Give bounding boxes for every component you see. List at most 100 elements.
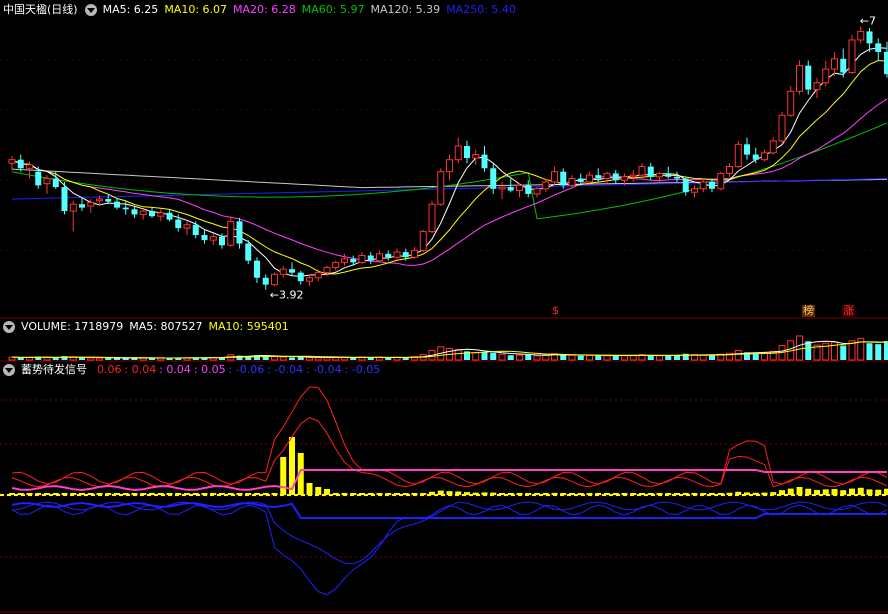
volume-bar xyxy=(79,357,85,360)
signal-blue-line xyxy=(11,501,888,565)
candle-body xyxy=(332,261,340,268)
candle-body xyxy=(717,172,725,190)
candle-body xyxy=(219,236,225,246)
dropdown-icon[interactable] xyxy=(3,321,15,333)
volume-bar xyxy=(629,355,637,361)
candle-body xyxy=(734,143,742,168)
candle-body xyxy=(560,171,567,186)
signal-bar xyxy=(306,483,313,495)
chart-canvas: ←3.92 ←7 xyxy=(0,14,888,613)
dropdown-icon[interactable] xyxy=(3,364,15,376)
candle-body xyxy=(665,173,672,177)
volume-bar xyxy=(568,354,576,361)
candle-body xyxy=(866,31,873,44)
candle-body xyxy=(254,260,260,278)
ma-label-0: MA5: 6.25 xyxy=(102,3,159,16)
volume-bar xyxy=(454,348,462,361)
signal-title[interactable]: 蓄势待发信号 xyxy=(21,362,87,378)
volume-bar xyxy=(279,356,287,361)
volume-bar xyxy=(306,356,313,361)
candle-body xyxy=(726,166,733,174)
candle-body xyxy=(271,273,278,286)
candle-body xyxy=(105,199,112,202)
candle-body xyxy=(542,181,550,190)
dropdown-icon[interactable] xyxy=(84,4,97,16)
candle-body xyxy=(778,114,786,142)
volume-bar xyxy=(367,357,374,360)
candle-body xyxy=(402,252,409,258)
candle-body xyxy=(79,204,85,208)
ma-legend: MA5: 6.25 MA10: 6.07 MA20: 6.28 MA60: 5.97 M… xyxy=(103,2,522,18)
signal-label-1: : 0.04 xyxy=(124,363,157,376)
volume-bar xyxy=(734,349,742,361)
volume-bar xyxy=(507,355,514,360)
volume-bar xyxy=(87,357,95,361)
volume-bar xyxy=(560,354,567,360)
candle-body xyxy=(411,249,418,258)
candle-body xyxy=(586,174,593,183)
signal-label-2: : 0.04 xyxy=(159,363,191,376)
candle-body xyxy=(603,172,611,180)
signal-label-0: 0.06 xyxy=(97,363,122,376)
badge-rank[interactable]: 榜 xyxy=(802,305,815,317)
signal-red-line xyxy=(11,417,888,488)
stock-title[interactable]: 中国天楹(日线) xyxy=(3,2,78,18)
candle-body xyxy=(472,154,480,159)
volume-legend: VOLUME: 1718979 MA5: 807527 MA10: 595401 xyxy=(21,319,295,335)
signal-label-4: : -0.06 xyxy=(228,363,265,376)
volume-bar xyxy=(656,355,663,361)
volume-bar xyxy=(516,354,523,361)
volume-bar xyxy=(17,357,24,360)
candle-body xyxy=(682,178,689,193)
ma-label-3: MA60: 5.97 xyxy=(301,3,365,16)
volume-bar xyxy=(674,355,680,360)
volume-bar xyxy=(647,355,654,360)
volume-header: VOLUME: 1718979 MA5: 807527 MA10: 595401 xyxy=(0,319,295,335)
signal-label-6: : -0.04 xyxy=(305,363,342,376)
signal-bar xyxy=(315,487,322,495)
candle-body xyxy=(454,145,462,161)
candle-body xyxy=(744,144,750,155)
candle-body xyxy=(822,68,830,84)
candle-body xyxy=(464,146,470,159)
candle-body xyxy=(358,255,366,263)
candle-body xyxy=(96,198,103,202)
volume-bar xyxy=(323,357,331,361)
candle-body xyxy=(446,159,453,173)
candle-body xyxy=(787,90,795,116)
volume-bar xyxy=(796,335,803,361)
badge-limit-up[interactable]: 涨 xyxy=(842,305,855,317)
ma-label-5: MA250: 5.40 xyxy=(446,3,516,16)
candle-body xyxy=(525,185,532,194)
candle-body xyxy=(131,209,138,215)
candle-body xyxy=(289,269,295,273)
candle-body xyxy=(769,140,777,154)
candle-body xyxy=(813,82,821,91)
candle-body xyxy=(385,253,392,258)
volume-label-1: MA5: 807527 xyxy=(129,320,203,333)
candle-body xyxy=(236,221,243,244)
candle-body xyxy=(166,212,173,220)
volume-bar xyxy=(533,355,541,361)
volume-bar xyxy=(621,355,628,361)
candle-body xyxy=(629,174,637,178)
candle-body xyxy=(498,186,506,190)
candle-body xyxy=(612,173,619,181)
candle-body xyxy=(350,258,357,263)
volume-bar xyxy=(699,354,707,361)
candle-body xyxy=(752,154,759,160)
signal-header: 蓄势待发信号 0.06: 0.04: 0.04: 0.05: -0.06: -0… xyxy=(0,362,383,378)
signal-bar xyxy=(280,457,287,495)
volume-bar xyxy=(314,357,322,361)
signal-bar xyxy=(796,487,803,495)
signal-label-3: : 0.05 xyxy=(193,363,226,376)
candle-body xyxy=(507,187,514,191)
candle-body xyxy=(595,175,602,179)
candle-body xyxy=(262,277,269,285)
candle-body xyxy=(201,234,208,241)
signal-bar xyxy=(857,487,864,495)
candle-body xyxy=(481,154,488,169)
volume-bar xyxy=(603,355,611,361)
candle-body xyxy=(699,181,707,190)
badge-special[interactable]: $ xyxy=(551,305,560,317)
